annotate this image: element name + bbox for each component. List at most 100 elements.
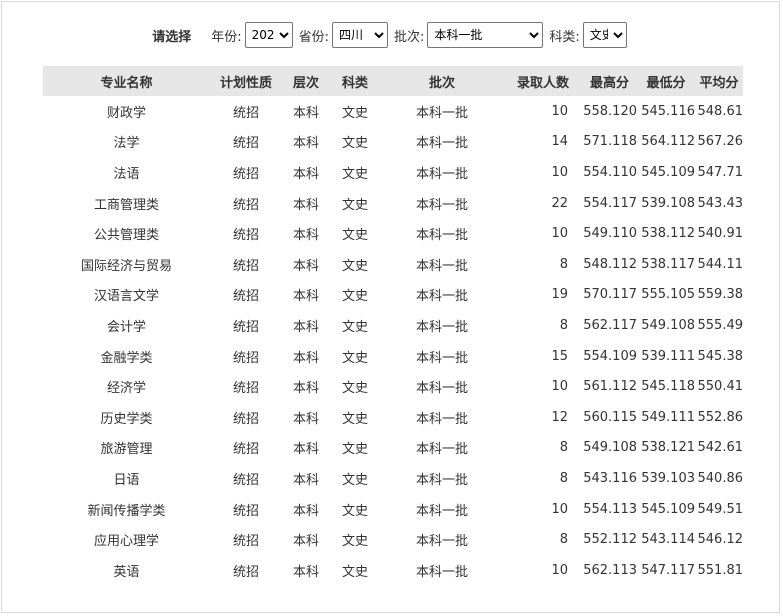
header-col-lowest-score: 最低分 <box>637 66 695 96</box>
cell-plan-type: 统招 <box>232 472 259 488</box>
subject-select[interactable]: 文史 <box>582 22 627 48</box>
cell-admitted-count: 10 <box>551 379 568 395</box>
cell-lowest-score: 545.109 <box>641 501 695 517</box>
cell-admitted-count: 12 <box>551 409 568 425</box>
cell-subject: 文史 <box>341 258 368 274</box>
cell-plan-type: 统招 <box>232 411 259 427</box>
cell-average-score: 549.51 <box>697 501 744 517</box>
header-col-batch: 批次 <box>380 66 504 96</box>
cell-major-name: 旅游管理 <box>100 442 153 458</box>
cell-lowest-score: 539.108 <box>641 195 695 211</box>
cell-major-name: 工商管理类 <box>93 197 159 213</box>
table-row: 应用心理学 统招 本科 文史 本科一批 8 552.112 543.114 546.12 <box>43 524 743 555</box>
header-col-plan-type: 计划性质 <box>210 66 282 96</box>
cell-level: 本科 <box>292 289 319 305</box>
cell-level: 本科 <box>292 381 319 397</box>
cell-batch: 本科一批 <box>415 289 468 305</box>
cell-highest-score: 554.109 <box>583 348 637 364</box>
cell-level: 本科 <box>292 319 319 335</box>
cell-subject: 文史 <box>341 442 368 458</box>
cell-subject: 文史 <box>341 564 368 580</box>
table-row: 国际经济与贸易 统招 本科 文史 本科一批 8 548.112 538.117 544.11 <box>43 249 743 280</box>
cell-plan-type: 统招 <box>232 564 259 580</box>
cell-lowest-score: 545.116 <box>641 103 695 119</box>
cell-plan-type: 统招 <box>232 136 259 152</box>
cell-level: 本科 <box>292 564 319 580</box>
cell-subject: 文史 <box>341 472 368 488</box>
table-row: 法语 统招 本科 文史 本科一批 10 554.110 545.109 547.71 <box>43 157 743 188</box>
cell-average-score: 550.41 <box>697 379 744 395</box>
cell-level: 本科 <box>292 442 319 458</box>
cell-average-score: 546.12 <box>697 532 744 548</box>
cell-average-score: 543.43 <box>697 195 744 211</box>
cell-batch: 本科一批 <box>415 166 468 182</box>
cell-average-score: 547.71 <box>697 164 744 180</box>
table-row: 会计学 统招 本科 文史 本科一批 8 562.117 549.108 555.49 <box>43 310 743 341</box>
cell-lowest-score: 549.108 <box>641 317 695 333</box>
cell-average-score: 552.86 <box>697 409 744 425</box>
table-row: 经济学 统招 本科 文史 本科一批 10 561.112 545.118 550.41 <box>43 371 743 402</box>
cell-level: 本科 <box>292 258 319 274</box>
header-col-highest-score: 最高分 <box>582 66 637 96</box>
cell-average-score: 548.61 <box>697 103 744 119</box>
cell-plan-type: 统招 <box>232 228 259 244</box>
cell-admitted-count: 19 <box>551 287 568 303</box>
cell-admitted-count: 8 <box>559 256 568 272</box>
province-select[interactable]: 四川 <box>332 22 388 48</box>
cell-batch: 本科一批 <box>415 228 468 244</box>
cell-major-name: 历史学类 <box>100 411 153 427</box>
header-col-subject: 科类 <box>330 66 380 96</box>
year-select[interactable]: 2023 <box>244 22 293 48</box>
header-col-level: 层次 <box>282 66 330 96</box>
cell-lowest-score: 538.112 <box>641 226 695 242</box>
cell-lowest-score: 538.117 <box>641 256 695 272</box>
cell-highest-score: 560.115 <box>583 409 637 425</box>
cell-highest-score: 549.110 <box>583 226 637 242</box>
cell-highest-score: 562.117 <box>583 317 637 333</box>
cell-average-score: 542.61 <box>697 440 744 456</box>
cell-admitted-count: 8 <box>559 470 568 486</box>
filter-title: 请选择 <box>152 29 192 45</box>
cell-plan-type: 统招 <box>232 350 259 366</box>
cell-level: 本科 <box>292 228 319 244</box>
cell-major-name: 国际经济与贸易 <box>80 258 172 274</box>
table-header-row: 专业名称 计划性质 层次 科类 批次 录取人数 最高分 最低分 平均分 <box>43 66 743 96</box>
table-row: 公共管理类 统招 本科 文史 本科一批 10 549.110 538.112 540.91 <box>43 218 743 249</box>
cell-batch: 本科一批 <box>415 350 468 366</box>
cell-admitted-count: 10 <box>551 164 568 180</box>
cell-lowest-score: 539.103 <box>641 470 695 486</box>
cell-lowest-score: 564.112 <box>641 134 695 150</box>
batch-select[interactable]: 本科一批 <box>427 22 544 48</box>
table-row: 英语 统招 本科 文史 本科一批 10 562.113 547.117 551.81 <box>43 555 743 586</box>
cell-major-name: 法学 <box>113 136 140 152</box>
cell-batch: 本科一批 <box>415 319 468 335</box>
cell-major-name: 英语 <box>113 564 140 580</box>
cell-batch: 本科一批 <box>415 534 468 550</box>
cell-highest-score: 543.116 <box>583 470 637 486</box>
cell-major-name: 会计学 <box>106 319 146 335</box>
cell-lowest-score: 555.105 <box>641 287 695 303</box>
score-panel: 请选择 年份: 2023 省份: 四川 批次: 本科一批 科类: 文史 专业名称… <box>1 1 780 613</box>
cell-average-score: 559.38 <box>697 287 744 303</box>
cell-admitted-count: 8 <box>559 440 568 456</box>
cell-average-score: 567.26 <box>697 134 744 150</box>
cell-level: 本科 <box>292 503 319 519</box>
cell-major-name: 法语 <box>113 166 140 182</box>
cell-plan-type: 统招 <box>232 381 259 397</box>
cell-highest-score: 548.112 <box>583 256 637 272</box>
cell-batch: 本科一批 <box>415 411 468 427</box>
cell-average-score: 551.81 <box>697 562 744 578</box>
table-row: 汉语言文学 统招 本科 文史 本科一批 19 570.117 555.105 559.38 <box>43 280 743 311</box>
table-row: 法学 统招 本科 文史 本科一批 14 571.118 564.112 567.26 <box>43 127 743 158</box>
cell-lowest-score: 538.121 <box>641 440 695 456</box>
cell-admitted-count: 10 <box>551 501 568 517</box>
cell-lowest-score: 549.111 <box>641 409 695 425</box>
cell-subject: 文史 <box>341 105 368 121</box>
cell-lowest-score: 545.109 <box>641 164 695 180</box>
cell-highest-score: 562.113 <box>583 562 637 578</box>
cell-average-score: 544.11 <box>697 256 744 272</box>
cell-batch: 本科一批 <box>415 503 468 519</box>
cell-plan-type: 统招 <box>232 534 259 550</box>
cell-average-score: 540.86 <box>697 470 744 486</box>
cell-admitted-count: 15 <box>551 348 568 364</box>
